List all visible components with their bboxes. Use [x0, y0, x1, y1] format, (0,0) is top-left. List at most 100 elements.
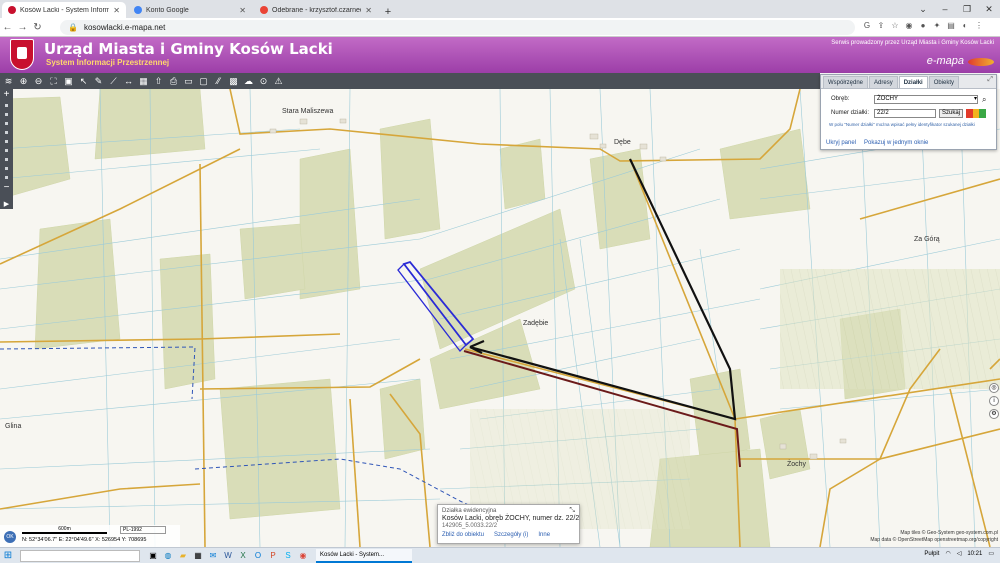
- measure-line-icon[interactable]: ⟋: [107, 75, 120, 88]
- tab-obiekty[interactable]: Obiekty: [928, 76, 960, 88]
- layers-icon[interactable]: ≋: [2, 75, 15, 88]
- taskbar-active-window[interactable]: Kosów Lacki - System...: [316, 548, 412, 563]
- comment-icon[interactable]: ▢: [197, 75, 210, 88]
- upload-icon[interactable]: ⇧: [152, 75, 165, 88]
- zoom-step[interactable]: [5, 140, 8, 143]
- start-icon[interactable]: ⊞: [0, 550, 16, 561]
- address-bar[interactable]: 🔒 kosowlacki.e-mapa.net: [60, 20, 855, 35]
- popup-close-icon[interactable]: ⤡: [569, 507, 575, 515]
- close-icon[interactable]: ✕: [239, 6, 246, 15]
- crs-select[interactable]: PL-1992: [120, 526, 166, 534]
- zoom-in-icon[interactable]: ⊕: [17, 75, 30, 88]
- info-icon[interactable]: i: [989, 396, 999, 406]
- ok-button[interactable]: OK: [4, 531, 16, 543]
- puzzle-icon[interactable]: ✦: [932, 21, 942, 33]
- panel-collapse-icon[interactable]: ⤢: [987, 76, 993, 84]
- details-link[interactable]: Szczegóły (i): [494, 532, 528, 538]
- browser-tab-1[interactable]: Kosów Lacki - System Informacji ✕: [2, 2, 126, 18]
- browser-tab-2[interactable]: Konto Google ✕: [128, 2, 252, 18]
- minimize-icon[interactable]: –: [934, 0, 956, 18]
- restore-icon[interactable]: ❐: [956, 0, 978, 18]
- hatch-icon[interactable]: ⁄⁄: [212, 75, 225, 88]
- close-icon[interactable]: ✕: [365, 6, 372, 15]
- star-icon[interactable]: ☆: [890, 21, 900, 33]
- extension-icon[interactable]: ◉: [904, 21, 914, 33]
- reload-icon[interactable]: ↻: [30, 22, 45, 33]
- profile-icon[interactable]: ◐: [960, 21, 970, 33]
- extension-icon[interactable]: ●: [918, 21, 928, 33]
- search-button[interactable]: Szukaj: [939, 109, 963, 118]
- explorer-icon[interactable]: ▰: [178, 551, 188, 561]
- task-view-icon[interactable]: ▣: [148, 551, 158, 561]
- map-view[interactable]: Stara Maliszewa Dębe Za Górą Zadębie Żoc…: [0, 89, 1000, 547]
- hide-panel-link[interactable]: Ukryj panel: [826, 140, 856, 146]
- browser-tab-3[interactable]: Odebrane - krzysztof.czarnecki@ ✕: [254, 2, 378, 18]
- tab-dzialki[interactable]: Działki: [898, 76, 928, 88]
- zoom-step[interactable]: [5, 122, 8, 125]
- map-attribution: Map tiles © Geo-System geo-system.com.pl…: [870, 530, 998, 544]
- zoom-window-icon[interactable]: ▣: [62, 75, 75, 88]
- powerpoint-icon[interactable]: P: [268, 551, 278, 561]
- other-link[interactable]: Inne: [538, 532, 550, 538]
- network-icon[interactable]: ◠: [945, 550, 950, 557]
- zoom-out-icon[interactable]: ⊖: [32, 75, 45, 88]
- zoom-step[interactable]: [5, 167, 8, 170]
- tab-favicon: [8, 6, 16, 14]
- zoom-slider[interactable]: + − ▶: [0, 89, 13, 209]
- tab-adresy[interactable]: Adresy: [869, 76, 898, 88]
- zoom-in-button[interactable]: +: [4, 89, 10, 101]
- single-window-link[interactable]: Pokazuj w jednym oknie: [864, 140, 928, 146]
- zoom-step[interactable]: [5, 131, 8, 134]
- chrome-icon[interactable]: ◉: [298, 551, 308, 561]
- zoom-step[interactable]: [5, 158, 8, 161]
- google-icon[interactable]: G: [862, 21, 872, 33]
- measure-distance-icon[interactable]: ↔: [122, 75, 135, 88]
- cloud-icon[interactable]: ☁: [242, 75, 255, 88]
- pin-icon[interactable]: ⊙: [257, 75, 270, 88]
- close-window-icon[interactable]: ✕: [978, 0, 1000, 18]
- mail-icon[interactable]: ✉: [208, 551, 218, 561]
- sidepanel-icon[interactable]: ▤: [946, 21, 956, 33]
- outlook-icon[interactable]: O: [253, 551, 263, 561]
- back-icon[interactable]: ←: [0, 22, 15, 33]
- pencil-icon[interactable]: ✎: [92, 75, 105, 88]
- edge-icon[interactable]: ◍: [163, 551, 173, 561]
- share-icon[interactable]: ⇪: [876, 21, 886, 33]
- taskbar-search[interactable]: [20, 549, 140, 562]
- obreb-select[interactable]: ŻOCHY ▾: [874, 95, 978, 104]
- forward-icon[interactable]: →: [15, 22, 30, 33]
- attribution-line[interactable]: Map data © OpenStreetMap openstreetmap.o…: [870, 537, 998, 544]
- excel-icon[interactable]: X: [238, 551, 248, 561]
- desktop-label[interactable]: Pułpit: [924, 551, 939, 557]
- play-icon[interactable]: ▶: [4, 200, 9, 208]
- search-icon[interactable]: ⌕: [982, 95, 986, 105]
- zoom-step[interactable]: [5, 149, 8, 152]
- zoom-extent-icon[interactable]: ⛶: [47, 75, 60, 88]
- skype-icon[interactable]: S: [283, 551, 293, 561]
- zoom-out-button[interactable]: −: [4, 182, 10, 194]
- zoom-to-object-link[interactable]: Zbliż do obiektu: [442, 532, 484, 538]
- settings-icon[interactable]: ⚙: [989, 409, 999, 419]
- map-canvas[interactable]: [0, 89, 1000, 547]
- volume-icon[interactable]: ◁: [957, 550, 962, 557]
- word-icon[interactable]: W: [223, 551, 233, 561]
- locate-icon[interactable]: ◎: [989, 383, 999, 393]
- pointer-icon[interactable]: ↖: [77, 75, 90, 88]
- zoom-step[interactable]: [5, 113, 8, 116]
- save-icon[interactable]: ▭: [182, 75, 195, 88]
- zoom-step[interactable]: [5, 104, 8, 107]
- grid-icon[interactable]: ▩: [227, 75, 240, 88]
- zoom-step[interactable]: [5, 176, 8, 179]
- measure-area-icon[interactable]: ▦: [137, 75, 150, 88]
- print-icon[interactable]: ⎙: [167, 75, 180, 88]
- tab-wspolrzedne[interactable]: Współrzędne: [823, 76, 869, 88]
- notifications-icon[interactable]: ▭: [988, 550, 994, 557]
- warning-icon[interactable]: ⚠: [272, 75, 285, 88]
- store-icon[interactable]: ▦: [193, 551, 203, 561]
- clock[interactable]: 10:21: [967, 551, 982, 557]
- new-tab-button[interactable]: +: [381, 6, 395, 18]
- tabsearch-icon[interactable]: ⌄: [912, 0, 934, 18]
- close-icon[interactable]: ✕: [113, 6, 120, 15]
- menu-icon[interactable]: ⋮: [974, 21, 984, 33]
- numer-dzialki-input[interactable]: 22/2: [874, 109, 936, 118]
